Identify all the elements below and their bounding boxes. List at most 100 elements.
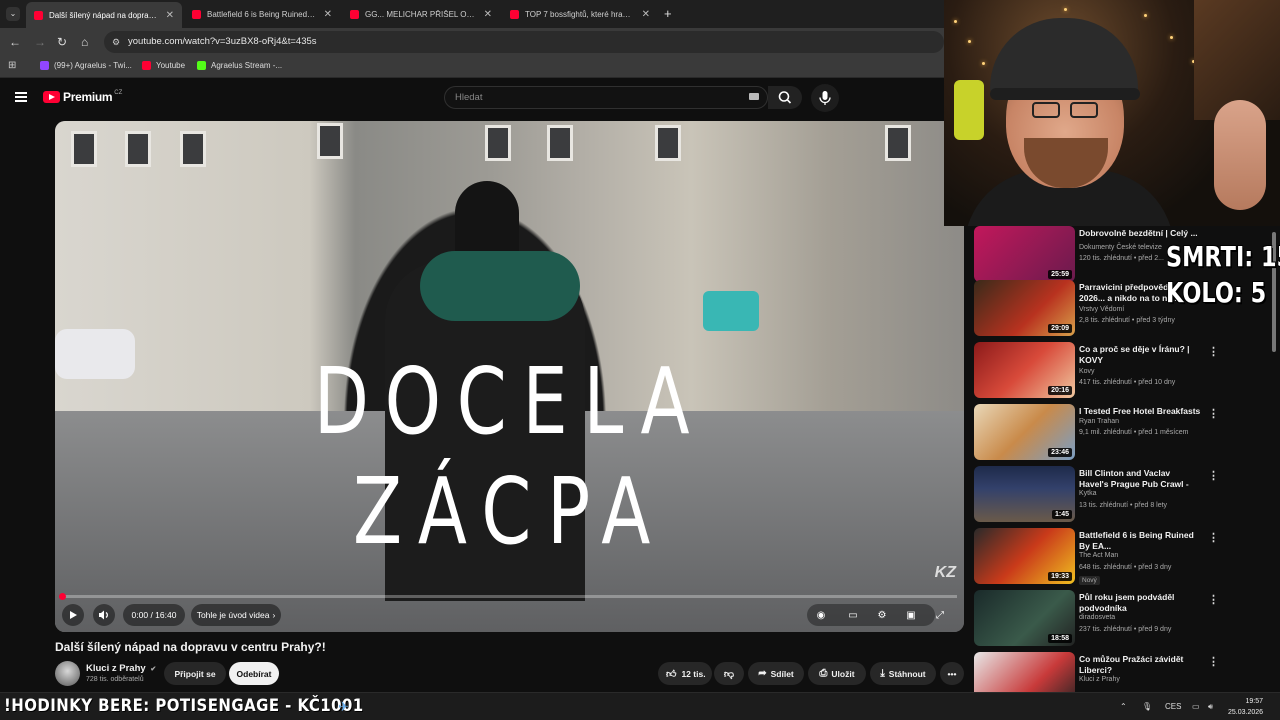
back-icon[interactable]: ← — [9, 35, 21, 49]
close-tab-icon[interactable]: ✕ — [484, 9, 492, 20]
video-progress-bar[interactable] — [62, 595, 957, 598]
close-tab-icon[interactable]: ✕ — [324, 9, 332, 20]
reload-icon[interactable]: ↻ — [57, 35, 67, 49]
tab-active[interactable]: Další šílený nápad na dopravu v ✕ — [26, 2, 182, 28]
microphone-tray-icon[interactable]: 🎙︎ — [1142, 702, 1152, 711]
video-thumbnail[interactable]: 18:58 — [974, 590, 1075, 646]
more-vertical-icon[interactable]: ⋮ — [1208, 593, 1219, 606]
list-item[interactable]: 23:46 I Tested Free Hotel Breakfasts Rya… — [972, 404, 1272, 462]
twitch-icon — [40, 61, 49, 70]
video-title[interactable]: Co a proč se děje v Íránu? | KOVY — [1079, 344, 1201, 366]
subscribe-button[interactable]: Odebírat — [229, 662, 279, 685]
autoplay-toggle-icon[interactable]: ◉ — [815, 611, 827, 621]
progress-scrubber[interactable] — [59, 593, 66, 600]
chapter-button[interactable]: Tohle je úvod videa › — [191, 604, 281, 626]
video-thumbnail[interactable]: 1:45 — [974, 466, 1075, 522]
video-thumbnail[interactable] — [974, 652, 1075, 694]
new-tab-button[interactable]: + — [664, 6, 672, 21]
channel-name[interactable]: Dokumenty České televize — [1079, 244, 1162, 251]
bookmark-kick[interactable]: Agraelus Stream -... — [197, 61, 282, 70]
video-title[interactable]: Bill Clinton and Vaclav Havel's Prague P… — [1079, 468, 1201, 490]
duration-badge: 19:33 — [1048, 572, 1072, 581]
video-meta: 648 tis. zhlédnutí • před 3 dny — [1079, 564, 1172, 571]
video-title[interactable]: Battlefield 6 is Being Ruined By EA... — [1079, 530, 1201, 552]
more-vertical-icon[interactable]: ⋮ — [1208, 531, 1219, 544]
dislike-button[interactable]: 👎︎ — [714, 662, 744, 685]
close-tab-icon[interactable]: ✕ — [166, 10, 174, 21]
theater-mode-icon[interactable]: ▣ — [905, 611, 917, 621]
video-thumbnail[interactable]: 25:59 — [974, 226, 1075, 282]
like-count: 12 tis. — [681, 668, 706, 679]
channel-name[interactable]: The Act Man — [1079, 552, 1118, 559]
search-input[interactable]: Hledat — [444, 86, 768, 109]
hamburger-menu-icon[interactable] — [15, 92, 27, 102]
channel-name[interactable]: diradosveta — [1079, 614, 1115, 621]
video-title[interactable]: I Tested Free Hotel Breakfasts — [1079, 406, 1201, 417]
tray-overflow-icon[interactable]: ⌃ — [1120, 702, 1127, 711]
tab-search-icon[interactable]: ⌄ — [6, 7, 20, 21]
more-vertical-icon[interactable]: ⋮ — [1208, 345, 1219, 358]
like-button[interactable]: 👍︎ 12 tis. — [658, 662, 712, 685]
fullscreen-icon[interactable]: ⤢ — [934, 611, 946, 621]
video-thumbnail[interactable]: 19:33 — [974, 528, 1075, 584]
voice-search-button[interactable] — [811, 84, 839, 112]
string-light — [1064, 8, 1067, 11]
list-item[interactable]: 20:16 Co a proč se děje v Íránu? | KOVY … — [972, 342, 1272, 400]
join-button[interactable]: Připojit se — [164, 662, 226, 685]
system-clock[interactable]: 19:57 25.03.2026 — [1228, 696, 1263, 718]
more-actions-button[interactable]: ••• — [940, 662, 964, 685]
play-button[interactable] — [62, 604, 84, 626]
keyboard-icon[interactable] — [749, 93, 759, 100]
url-input[interactable]: ⚙ youtube.com/watch?v=3uzBX8-oRj4&t=435s — [104, 31, 944, 53]
duration-badge: 20:16 — [1048, 386, 1072, 395]
apps-grid-icon[interactable]: ⊞ — [8, 60, 16, 71]
more-vertical-icon[interactable]: ⋮ — [1208, 407, 1219, 420]
bookmark-label: Agraelus Stream -... — [211, 61, 283, 70]
youtube-logo[interactable]: Premium CZ — [43, 90, 122, 104]
video-player[interactable]: DOCELA ZÁCPA KZ 0:00 / 16:40 Tohle je úv… — [55, 121, 964, 632]
close-tab-icon[interactable]: ✕ — [642, 9, 650, 20]
channel-name[interactable]: Kytka — [1079, 490, 1097, 497]
channel-name[interactable]: Kluci z Prahy ✔ — [86, 663, 156, 674]
more-vertical-icon[interactable]: ⋮ — [1208, 469, 1219, 482]
list-item[interactable]: 19:33 Battlefield 6 is Being Ruined By E… — [972, 528, 1272, 586]
tab[interactable]: TOP 7 bossfightů, které hraničí ✕ — [502, 4, 658, 24]
tab[interactable]: Battlefield 6 is Being Ruined By ✕ — [184, 4, 340, 24]
steam-icon[interactable]: ✈ — [338, 699, 349, 715]
tab-title: TOP 7 bossfightů, které hraničí — [525, 9, 634, 19]
volume-tray-icon[interactable]: 🔊︎ — [1208, 702, 1213, 712]
home-icon[interactable]: ⌂ — [81, 35, 88, 49]
video-thumbnail[interactable]: 23:46 — [974, 404, 1075, 460]
video-thumbnail[interactable]: 29:09 — [974, 280, 1075, 336]
video-thumbnail[interactable]: 20:16 — [974, 342, 1075, 398]
channel-name[interactable]: Kluci z Prahy — [1079, 676, 1120, 683]
channel-name[interactable]: Kovy — [1079, 368, 1095, 375]
duration-badge: 18:58 — [1048, 634, 1072, 643]
channel-name[interactable]: Vrstvy Vědomí — [1079, 306, 1124, 313]
tab[interactable]: GG... MELICHAR PŘIŠEL O DALŠ ✕ — [342, 4, 500, 24]
tab-title: GG... MELICHAR PŘIŠEL O DALŠ — [365, 9, 476, 19]
bookmark-twitch[interactable]: (99+) Agraelus - Twi... — [40, 61, 132, 70]
list-item[interactable]: 18:58 Půl roku jsem podváděl podvodníka … — [972, 590, 1272, 648]
search-button[interactable] — [768, 86, 802, 109]
video-title[interactable]: Půl roku jsem podváděl podvodníka — [1079, 592, 1201, 614]
channel-name[interactable]: Ryan Trahan — [1079, 418, 1119, 425]
share-button[interactable]: ➦ Sdílet — [748, 662, 804, 685]
channel-avatar[interactable] — [55, 661, 80, 686]
volume-button[interactable] — [93, 604, 115, 626]
language-indicator[interactable]: CES — [1165, 702, 1181, 711]
video-title[interactable]: Dobrovolně bezdětní | Celý ... — [1079, 228, 1201, 239]
forward-icon[interactable]: → — [34, 35, 46, 49]
site-info-icon[interactable]: ⚙ — [112, 31, 120, 53]
settings-icon[interactable]: ⚙ — [876, 611, 888, 621]
save-button[interactable]: ⎙ Uložit — [808, 662, 866, 685]
bookmark-youtube[interactable]: Youtube — [142, 61, 185, 70]
list-item[interactable]: Co můžou Pražáci závidět Liberci? Kluci … — [972, 652, 1272, 694]
subtitles-icon[interactable]: ▭ — [847, 611, 859, 621]
network-icon[interactable]: ▭ — [1192, 702, 1200, 711]
list-item[interactable]: 1:45 Bill Clinton and Vaclav Havel's Pra… — [972, 466, 1272, 524]
microphone-icon — [819, 91, 831, 105]
download-button[interactable]: ⤓ Stáhnout — [870, 662, 936, 685]
video-title[interactable]: Co můžou Pražáci závidět Liberci? — [1079, 654, 1201, 676]
more-vertical-icon[interactable]: ⋮ — [1208, 655, 1219, 668]
